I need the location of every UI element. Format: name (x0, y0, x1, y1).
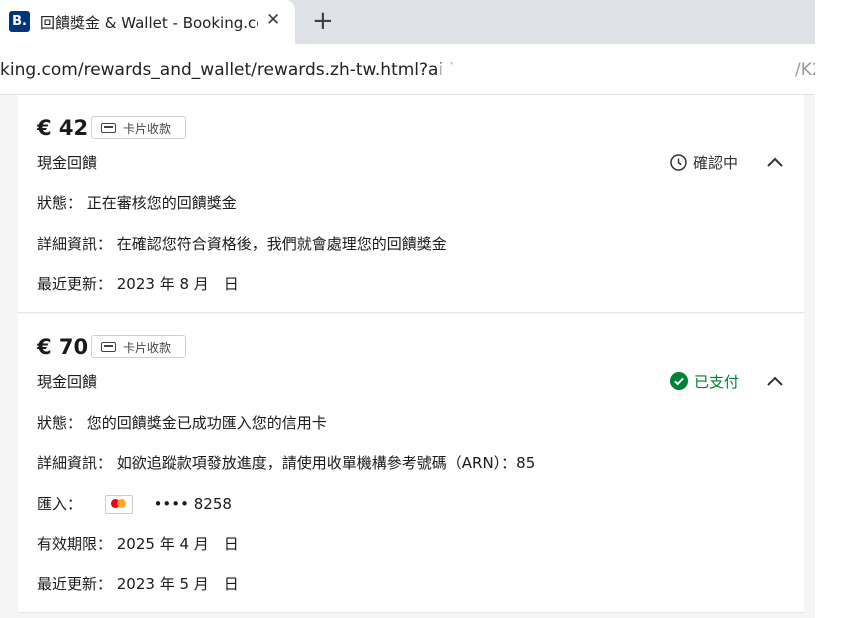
chevron-up-icon[interactable] (766, 375, 784, 387)
check-circle-icon (670, 372, 688, 390)
status-line: 狀態： 正在審核您的回饋獎金 (37, 194, 237, 212)
status-line: 狀態： 您的回饋獎金已成功匯入您的信用卡 (37, 414, 327, 432)
url-text[interactable]: king.com/rewards_and_wallet/rewards.zh-t… (0, 60, 468, 80)
chevron-up-icon[interactable] (766, 156, 784, 168)
window-margin (815, 0, 842, 617)
credit-card-icon (101, 123, 116, 133)
deposited-to-label: 匯入： (37, 495, 83, 513)
clock-icon (670, 154, 687, 171)
expiry-line: 有效期限： 2025 年 4 月 日 (37, 535, 239, 553)
reward-amount: € 42 (37, 116, 89, 140)
last-updated-line: 最近更新： 2023 年 8 月 日 (37, 275, 239, 293)
credit-card-icon (101, 342, 116, 352)
new-tab-button[interactable]: + (312, 6, 334, 36)
card-payout-badge: 卡片收款 (91, 335, 186, 358)
close-tab-icon[interactable]: ✕ (266, 10, 280, 30)
tab-title: 回饋獎金 & Wallet - Booking.co (40, 14, 258, 32)
card-last-digits: •••• 8258 (153, 495, 232, 513)
details-line: 詳細資訊： 在確認您符合資格後，我們就會處理您的回饋獎金 (37, 235, 447, 253)
reward-card: € 70 卡片收款 現金回饋 已支付 狀態： 您的回饋獎金已成功匯入您的信用卡 … (18, 314, 804, 613)
status-badge: 已支付 (670, 371, 739, 392)
tab-strip: B. 回饋獎金 & Wallet - Booking.co ✕ + (0, 0, 815, 44)
last-updated-line: 最近更新： 2023 年 5 月 日 (37, 575, 239, 593)
status-label: 確認中 (693, 154, 739, 172)
badge-label: 卡片收款 (123, 122, 172, 136)
badge-label: 卡片收款 (123, 341, 172, 355)
card-payout-badge: 卡片收款 (91, 116, 186, 139)
details-line: 詳細資訊： 如欲追蹤款項發放進度，請使用收單機構參考號碼（ARN）：85 (37, 454, 536, 472)
reward-card: € 42 卡片收款 現金回饋 確認中 狀態： 正在審核您的回饋獎金 詳細資訊： … (18, 95, 804, 313)
redaction-mark (440, 62, 790, 82)
address-bar[interactable]: king.com/rewards_and_wallet/rewards.zh-t… (0, 44, 823, 94)
redaction-mark (578, 452, 748, 470)
browser-tab[interactable]: B. 回饋獎金 & Wallet - Booking.co ✕ (0, 0, 295, 44)
reward-type: 現金回饋 (37, 373, 98, 391)
status-label: 已支付 (694, 373, 740, 391)
booking-favicon-icon: B. (9, 11, 30, 32)
deposited-to-line: 匯入： •••• 8258 (37, 493, 232, 514)
reward-type: 現金回饋 (37, 154, 98, 172)
status-badge: 確認中 (670, 152, 738, 173)
mastercard-icon (104, 495, 133, 514)
reward-amount: € 70 (37, 335, 89, 359)
